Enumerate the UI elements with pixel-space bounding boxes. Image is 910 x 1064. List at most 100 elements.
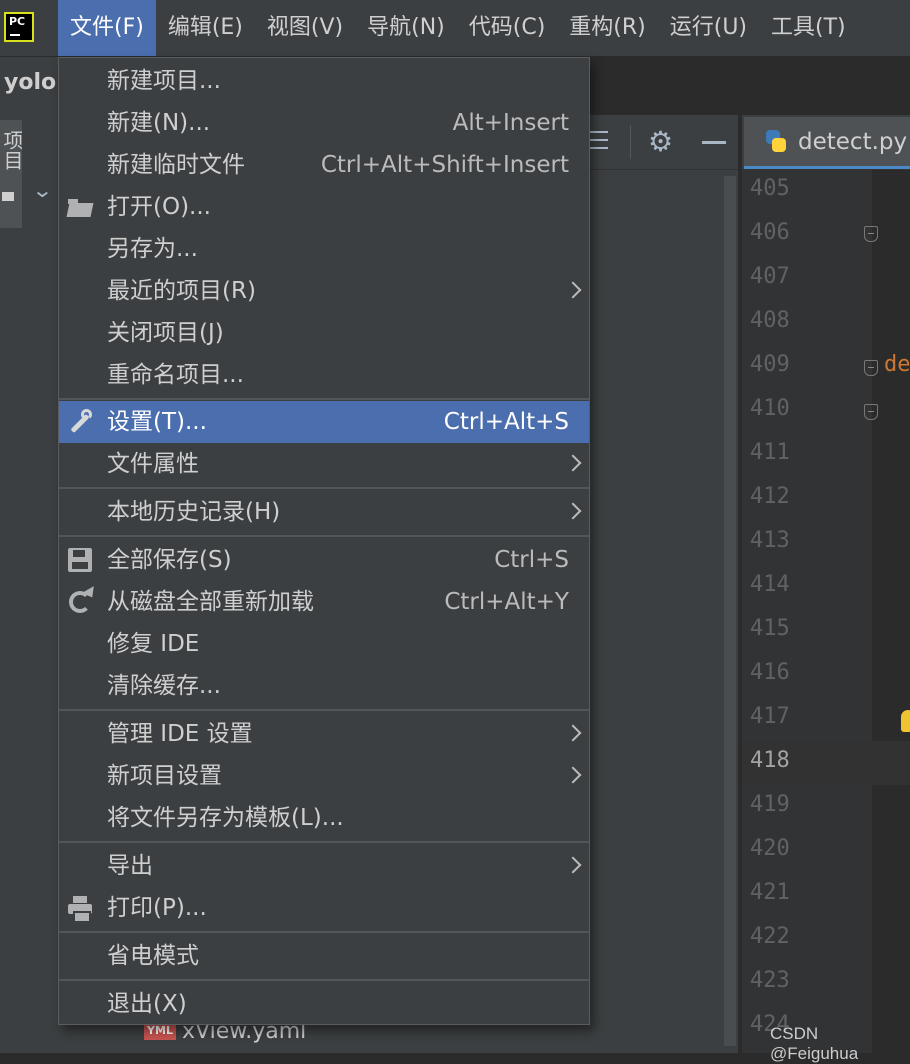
menu-item-label: 新建(N)... [107,110,211,136]
menu-item-label: 新项目设置 [107,763,222,789]
menu-item-rename-project[interactable]: 重命名项目... [59,354,589,396]
file-menu-dropdown: 新建项目... 新建(N)... Alt+Insert 新建临时文件 Ctrl+… [58,57,590,1025]
fold-marker-icon[interactable] [864,404,878,420]
menu-item-save-all[interactable]: 全部保存(S) Ctrl+S [59,539,589,581]
menu-separator [59,841,589,843]
menu-item-settings[interactable]: 设置(T)... Ctrl+Alt+S [59,401,589,443]
line-number: 405 [750,176,790,201]
menu-separator [59,398,589,400]
line-number: 422 [750,924,790,949]
menu-item-repair-ide[interactable]: 修复 IDE [59,623,589,665]
editor-tab-detect[interactable]: detect.py [744,117,910,169]
wrench-icon [67,409,93,435]
menu-item-file-properties[interactable]: 文件属性 [59,443,589,485]
menu-file[interactable]: 文件(F) [58,0,156,56]
menu-item-label: 修复 IDE [107,631,200,657]
code-area-lower[interactable] [872,740,910,1053]
fold-marker-icon[interactable] [864,360,878,376]
menu-item-invalidate-caches[interactable]: 清除缓存... [59,665,589,707]
menu-code[interactable]: 代码(C) [457,0,558,56]
editor-tab-label: detect.py [798,128,908,155]
menu-item-label: 新建临时文件 [107,152,245,178]
gear-icon[interactable]: ⚙ [648,125,673,158]
code-text[interactable]: de [884,352,910,377]
line-number: 417 [750,704,790,729]
menu-item-label: 导出 [107,853,153,879]
menu-run[interactable]: 运行(U) [658,0,759,56]
menu-item-local-history[interactable]: 本地历史记录(H) [59,491,589,533]
python-file-icon [762,128,790,156]
menu-item-label: 省电模式 [107,943,199,969]
fold-marker-icon[interactable] [864,226,878,242]
menu-tools[interactable]: 工具(T) [759,0,858,56]
code-area[interactable] [872,170,910,740]
reload-icon [67,586,99,615]
menu-item-print[interactable]: 打印(P)... [59,887,589,929]
menu-item-new-scratch-file[interactable]: 新建临时文件 Ctrl+Alt+Shift+Insert [59,144,589,186]
line-number: 411 [750,440,790,465]
menu-edit[interactable]: 编辑(E) [156,0,255,56]
menu-item-recent-projects[interactable]: 最近的项目(R) [59,270,589,312]
menu-item-label: 文件属性 [107,451,199,477]
line-number: 421 [750,880,790,905]
editor-gutter [742,170,872,1053]
menu-refactor[interactable]: 重构(R) [557,0,657,56]
menu-item-new[interactable]: 新建(N)... Alt+Insert [59,102,589,144]
menu-item-new-project[interactable]: 新建项目... [59,60,589,102]
line-number: 420 [750,836,790,861]
lightbulb-icon[interactable] [901,710,910,732]
menu-item-export[interactable]: 导出 [59,845,589,887]
line-number: 410 [750,396,790,421]
menu-item-label: 新建项目... [107,68,221,94]
menu-item-label: 打印(P)... [107,895,207,921]
menu-item-manage-ide-settings[interactable]: 管理 IDE 设置 [59,713,589,755]
menu-item-label: 将文件另存为模板(L)... [107,805,344,831]
project-name[interactable]: yolo [4,70,56,95]
menu-item-label: 最近的项目(R) [107,278,256,304]
menu-item-new-projects-setup[interactable]: 新项目设置 [59,755,589,797]
menu-item-save-as-template[interactable]: 将文件另存为模板(L)... [59,797,589,839]
menu-bar: PC 文件(F) 编辑(E) 视图(V) 导航(N) 代码(C) 重构(R) 运… [0,0,910,57]
menu-separator [59,709,589,711]
line-number: 414 [750,572,790,597]
menu-navigate[interactable]: 导航(N) [355,0,457,56]
menu-separator [59,487,589,489]
menu-separator [59,931,589,933]
line-number: 415 [750,616,790,641]
project-toolbar: ⚙ [590,115,738,170]
menu-item-save-as[interactable]: 另存为... [59,228,589,270]
menu-item-open[interactable]: 打开(O)... [59,186,589,228]
pycharm-logo-icon[interactable]: PC [4,12,34,42]
menu-item-shortcut: Ctrl+Alt+S [443,409,569,435]
menu-item-label: 从磁盘全部重新加载 [107,589,314,615]
tree-scrollbar-thumb[interactable] [724,176,736,1046]
menu-item-exit[interactable]: 退出(X) [59,983,589,1025]
folder-icon [2,192,14,201]
menu-item-shortcut: Ctrl+Alt+Shift+Insert [320,152,569,178]
chevron-right-icon [564,856,582,874]
chevron-right-icon [564,454,582,472]
menu-item-shortcut: Alt+Insert [452,110,569,136]
menu-item-label: 关闭项目(J) [107,320,224,346]
menu-item-close-project[interactable]: 关闭项目(J) [59,312,589,354]
line-number: 413 [750,528,790,553]
main-menu: 文件(F) 编辑(E) 视图(V) 导航(N) 代码(C) 重构(R) 运行(U… [58,0,858,56]
line-number: 412 [750,484,790,509]
menu-item-power-save-mode[interactable]: 省电模式 [59,935,589,977]
line-number: 416 [750,660,790,685]
hide-icon[interactable] [702,141,726,144]
toolbar-divider [630,125,631,159]
menu-separator [59,979,589,981]
menu-item-label: 全部保存(S) [107,547,232,573]
watermark: CSDN @Feiguhua [770,1024,859,1063]
menu-separator [59,535,589,537]
menu-item-label: 管理 IDE 设置 [107,721,253,747]
menu-item-label: 清除缓存... [107,673,221,699]
menu-view[interactable]: 视图(V) [255,0,355,56]
menu-item-reload-all[interactable]: 从磁盘全部重新加载 Ctrl+Alt+Y [59,581,589,623]
line-number: 419 [750,792,790,817]
chevron-right-icon [564,281,582,299]
collapse-all-icon[interactable] [590,125,610,159]
menu-item-label: 另存为... [107,236,198,262]
chevron-down-icon[interactable]: ⌄ [31,178,53,202]
